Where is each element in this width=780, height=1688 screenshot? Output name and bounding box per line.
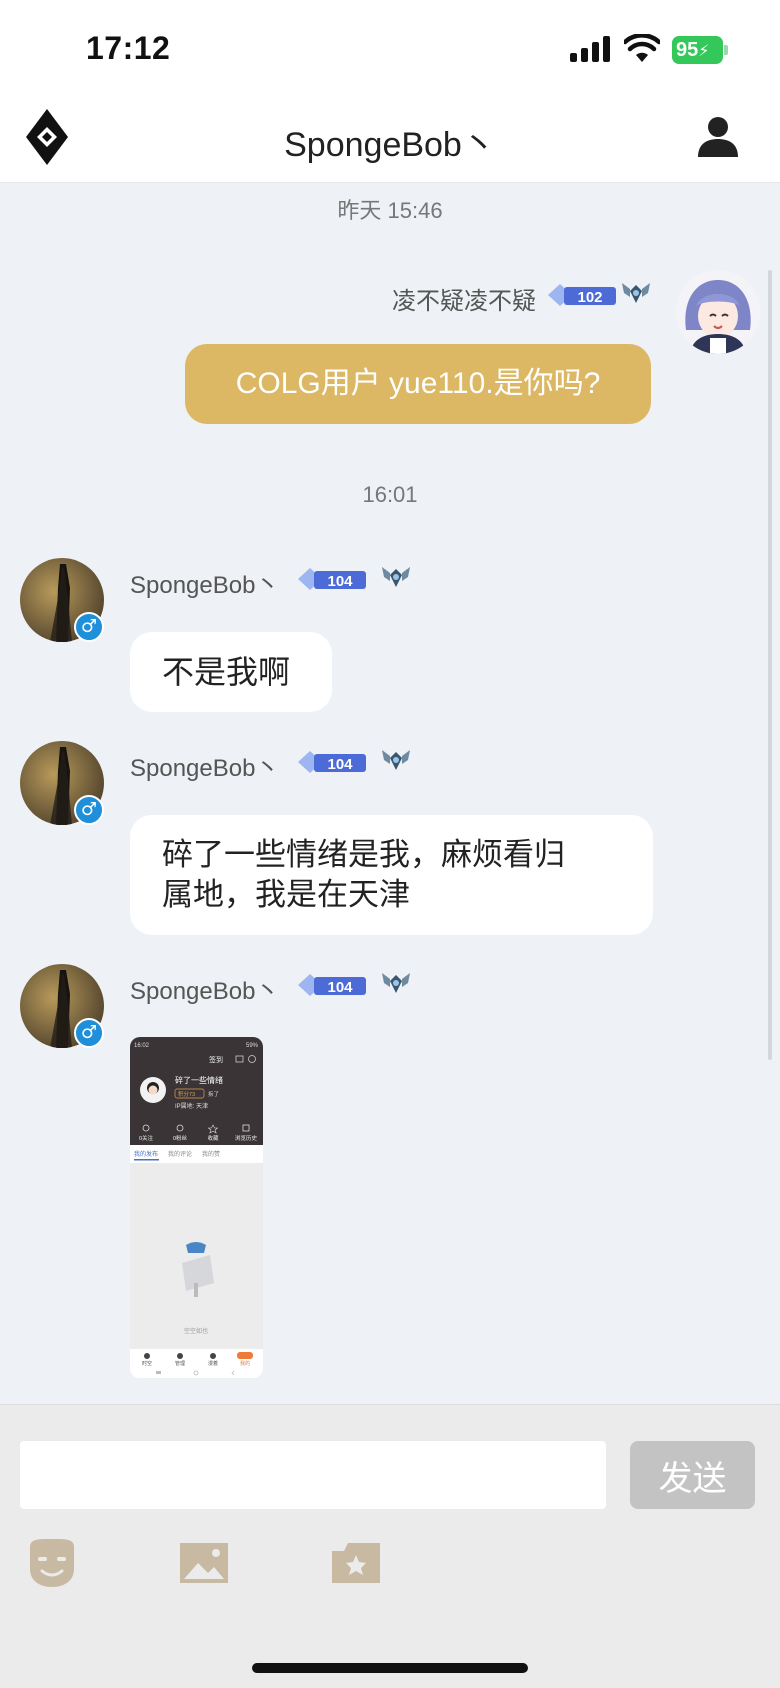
- shot-tab: 我的赞: [202, 1150, 220, 1158]
- incoming-message-bubble[interactable]: 不是我啊: [130, 632, 332, 712]
- timestamp: 昨天 15:46: [337, 198, 443, 223]
- wifi-icon: [624, 34, 660, 62]
- chat-scrollbar[interactable]: [768, 270, 772, 1060]
- shot-badge: 积分73: [178, 1090, 195, 1098]
- shot-battery: 59%: [246, 1043, 259, 1049]
- send-button[interactable]: 发送: [630, 1441, 755, 1509]
- gender-male-icon: ♂: [74, 1018, 104, 1048]
- message-line: 碎了一些情绪是我，麻烦看归: [162, 837, 565, 872]
- level-badge-icon: 104: [298, 751, 366, 773]
- image-icon[interactable]: [178, 1537, 230, 1589]
- timestamp: 16:01: [362, 482, 418, 507]
- shot-empty-text: 空空如也: [184, 1327, 208, 1335]
- rank-wings-icon: [382, 973, 410, 993]
- shot-time: 16:02: [134, 1043, 150, 1049]
- shot-tab: 我的评论: [168, 1150, 192, 1158]
- message-line: 属地，我是在天津: [162, 877, 410, 912]
- rank-wings-icon: [382, 750, 410, 770]
- rank-wings-icon: [622, 283, 650, 303]
- shot-checkin: 签到: [209, 1055, 223, 1064]
- profile-icon[interactable]: [696, 115, 740, 159]
- shot-nav: 我的: [240, 1360, 250, 1367]
- composer-bar: 发送: [0, 1404, 780, 1688]
- sender-name: SpongeBob丶: [130, 978, 280, 1005]
- shot-badge-extra: 拆了: [208, 1090, 219, 1098]
- gender-male-icon: ♂: [74, 612, 104, 642]
- shot-nav: 漫着: [208, 1360, 218, 1367]
- shot-nav: 时空: [142, 1360, 152, 1367]
- battery-icon: 95⚡: [672, 36, 728, 64]
- sender-name: SpongeBob丶: [130, 755, 280, 782]
- shot-stat: 浏览历史: [235, 1134, 258, 1142]
- image-message[interactable]: 16:02 59% 签到 碎了一些情绪 积分73 拆了 IP属地: 天津 0关注…: [130, 1037, 263, 1378]
- chat-title: SpongeBob丶: [284, 126, 496, 164]
- gallery-icon[interactable]: [330, 1537, 382, 1589]
- level-number: 102: [577, 289, 602, 306]
- shot-nav: 管理: [175, 1360, 185, 1367]
- gender-male-icon: ♂: [74, 795, 104, 825]
- cellular-signal-icon: [570, 36, 612, 62]
- level-number: 104: [327, 756, 353, 773]
- status-time: 17:12: [86, 30, 171, 66]
- shot-stat: 0粉丝: [173, 1134, 188, 1142]
- sender-name: SpongeBob丶: [130, 572, 280, 599]
- level-badge-icon: 104: [298, 568, 366, 590]
- message-input[interactable]: [20, 1441, 606, 1509]
- emoji-icon[interactable]: [26, 1537, 78, 1589]
- home-indicator: [252, 1663, 528, 1673]
- battery-level: 95: [676, 39, 699, 61]
- shot-stat: 收藏: [207, 1134, 219, 1142]
- shot-tab: 我的发布: [134, 1150, 158, 1158]
- status-bar: 17:12 95⚡: [0, 0, 780, 95]
- nav-bar: SpongeBob丶: [0, 95, 780, 183]
- level-number: 104: [327, 573, 353, 590]
- level-badge-icon: 104: [298, 974, 366, 996]
- shot-name: 碎了一些情绪: [175, 1075, 223, 1085]
- outgoing-message-bubble[interactable]: COLG用户 yue110.是你吗?: [185, 344, 651, 424]
- my-avatar[interactable]: [676, 270, 760, 354]
- level-badge-icon: 102: [548, 284, 616, 306]
- incoming-message-bubble[interactable]: 碎了一些情绪是我，麻烦看归 属地，我是在天津: [130, 815, 653, 935]
- sender-name: 凌不疑凌不疑: [392, 288, 536, 315]
- rank-wings-icon: [382, 567, 410, 587]
- shot-stat: 0关注: [139, 1134, 154, 1142]
- level-number: 104: [327, 979, 353, 996]
- shot-ip: IP属地: 天津: [175, 1102, 208, 1110]
